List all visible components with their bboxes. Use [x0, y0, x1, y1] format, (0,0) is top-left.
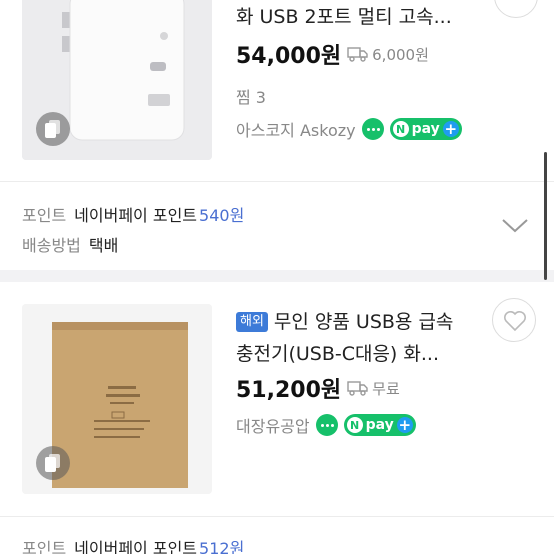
- product-list-page: 화 USB 2포트 멀티 고속... 54,000원 6,000원 찜 3 아스…: [0, 0, 554, 554]
- scrollbar[interactable]: [544, 152, 547, 280]
- shipping-fee-2: 무료: [347, 378, 400, 399]
- card-separator: [0, 516, 554, 517]
- product-price-1: 54,000원: [236, 44, 342, 69]
- product-title-2-line2[interactable]: 충전기(USB-C대응) 화...: [236, 339, 439, 369]
- npay-icon: Npay +: [343, 414, 416, 436]
- seller-row-2: 대장유공압 Npay +: [236, 413, 416, 437]
- product-image-charger-box[interactable]: [22, 304, 212, 494]
- product-title-1[interactable]: 화 USB 2포트 멀티 고속...: [236, 2, 452, 32]
- gallery-icon[interactable]: [36, 112, 70, 146]
- gallery-icon[interactable]: [36, 446, 70, 480]
- point-info-1: 포인트 네이버페이 포인트 540원: [22, 206, 245, 225]
- seller-name-2[interactable]: 대장유공압: [236, 413, 310, 437]
- wishlist-count-1: 찜 3: [236, 88, 266, 107]
- wishlist-button-2[interactable]: [492, 298, 536, 342]
- npay-icon: Npay +: [389, 118, 462, 140]
- talk-icon[interactable]: [361, 118, 384, 140]
- point-info-2: 포인트 네이버페이 포인트 512원: [22, 539, 245, 554]
- seller-row-1: 아스코지 Askozy Npay +: [236, 117, 462, 141]
- card-separator: [0, 181, 554, 182]
- heart-icon: [504, 311, 526, 332]
- section-divider: [0, 270, 554, 282]
- price-row-2: 51,200원 무료: [236, 372, 400, 404]
- chevron-down-icon[interactable]: [500, 216, 530, 236]
- seller-name-1[interactable]: 아스코지 Askozy: [236, 117, 356, 141]
- wishlist-button-1[interactable]: [494, 0, 538, 18]
- price-row-1: 54,000원 6,000원: [236, 38, 429, 70]
- product-image-charger-white[interactable]: [22, 0, 212, 160]
- product-title-2[interactable]: 해외 무인 양품 USB용 급속: [236, 307, 453, 337]
- shipping-fee-1: 6,000원: [347, 44, 429, 65]
- delivery-info-1: 배송방법 택배: [22, 236, 119, 255]
- truck-icon: [347, 381, 368, 396]
- truck-icon: [347, 47, 368, 62]
- product-price-2: 51,200원: [236, 378, 342, 403]
- talk-icon[interactable]: [315, 414, 338, 436]
- overseas-badge: 해외: [236, 312, 268, 332]
